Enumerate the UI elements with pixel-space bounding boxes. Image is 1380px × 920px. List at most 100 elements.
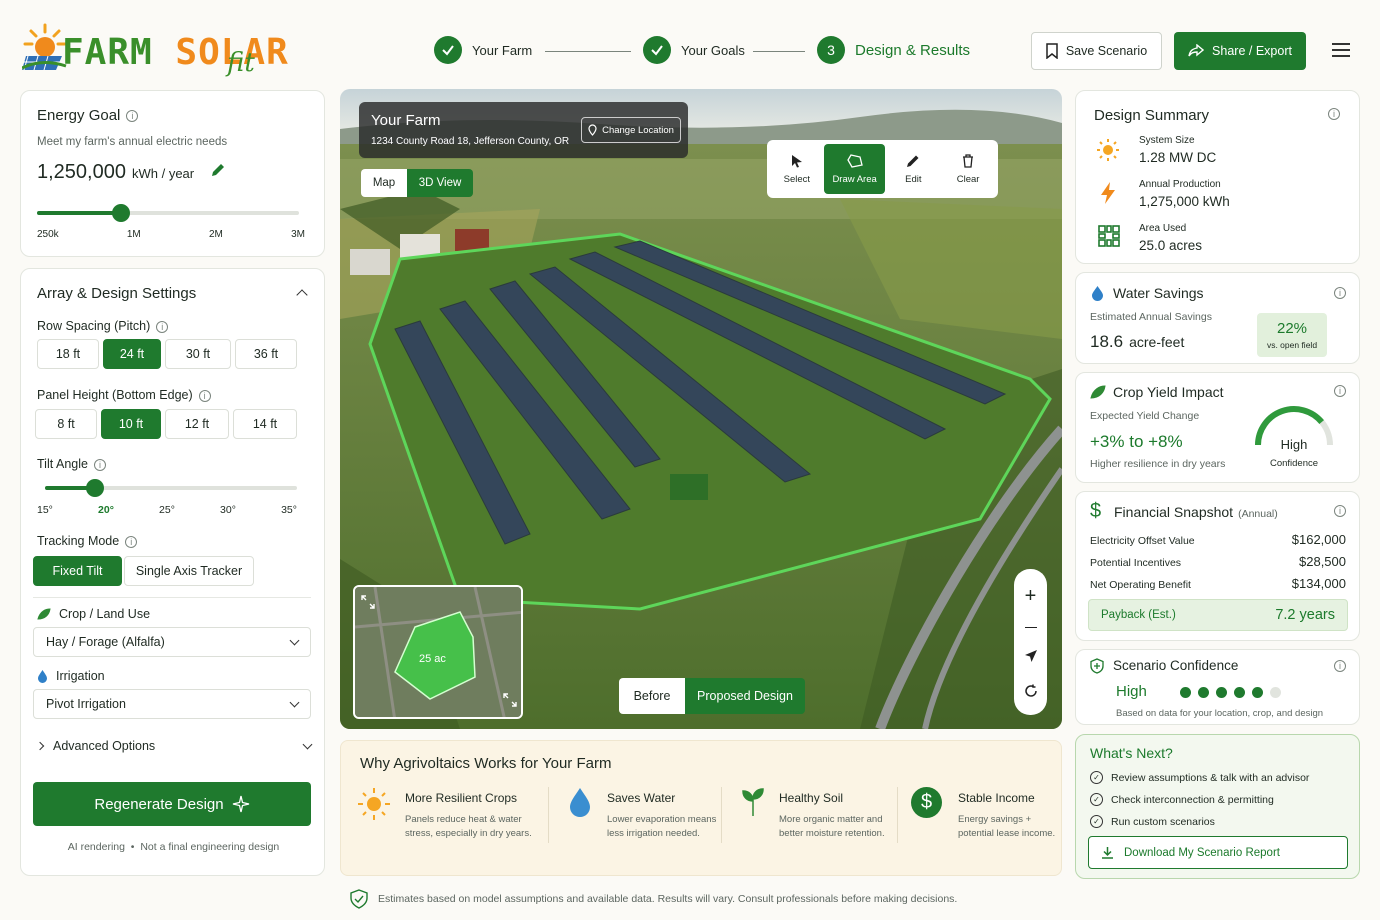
regenerate-design-button[interactable]: Regenerate Design: [33, 782, 311, 826]
tick-label: 3M: [291, 229, 305, 240]
map-view[interactable]: Your Farm 1234 County Road 18, Jefferson…: [340, 89, 1062, 729]
summary-title: Design Summary: [1094, 107, 1210, 124]
next-item-label: Check interconnection & permitting: [1111, 793, 1274, 806]
water-pct: 22%: [1276, 320, 1308, 337]
clear-tool[interactable]: Clear: [941, 144, 995, 194]
before-button[interactable]: Before: [619, 678, 685, 714]
benefit-desc: Energy savings + potential lease income.: [958, 814, 1056, 839]
info-icon[interactable]: i: [198, 389, 211, 402]
panel-height-14[interactable]: 14 ft: [233, 409, 297, 439]
next-item-label: Review assumptions & talk with an adviso…: [1111, 771, 1310, 784]
share-export-button[interactable]: Share / Export: [1174, 32, 1306, 70]
zoom-in-icon[interactable]: +: [1025, 586, 1037, 606]
draw-area-tool[interactable]: Draw Area: [823, 144, 886, 194]
tracking-single-axis[interactable]: Single Axis Tracker: [124, 556, 254, 586]
edit-tool[interactable]: Edit: [885, 144, 941, 194]
gauge-label: High: [1280, 437, 1308, 452]
row-spacing-18[interactable]: 18 ft: [37, 339, 99, 369]
expand-icon[interactable]: [503, 693, 517, 707]
zoom-out-icon[interactable]: [1024, 626, 1037, 628]
tracking-fixed-tilt[interactable]: Fixed Tilt: [33, 556, 122, 586]
financial-title: Financial Snapshot: [1114, 504, 1234, 520]
view-toggle: Map 3D View: [361, 169, 473, 197]
sprout-icon: [742, 788, 764, 816]
tracking-options: Fixed Tilt Single Axis Tracker: [33, 556, 254, 586]
crop-value: Hay / Forage (Alfalfa): [46, 635, 165, 649]
3d-view-button[interactable]: 3D View: [407, 169, 473, 197]
payback-value: 7.2 years: [1275, 607, 1335, 623]
step-your-goals[interactable]: Your Goals: [643, 36, 745, 64]
tick-label-selected: 20°: [98, 504, 114, 516]
tilt-slider[interactable]: [45, 479, 297, 497]
map-view-button[interactable]: Map: [361, 169, 407, 197]
save-scenario-button[interactable]: Save Scenario: [1031, 32, 1162, 70]
slider-thumb[interactable]: [111, 204, 130, 222]
summary-value: 1.28 MW DC: [1139, 150, 1217, 165]
menu-icon[interactable]: [1332, 43, 1350, 57]
check-icon: [643, 36, 671, 64]
slider-thumb[interactable]: [86, 479, 105, 497]
proposed-design-button[interactable]: Proposed Design: [685, 678, 805, 714]
water-savings-card: Water Savings i Estimated Annual Savings…: [1075, 272, 1360, 364]
slider-fill: [37, 211, 121, 215]
shield-check-icon: [350, 889, 368, 909]
irrigation-select[interactable]: Pivot Irrigation: [33, 689, 311, 719]
financial-snapshot-card: $ Financial Snapshot (Annual) i Electric…: [1075, 491, 1360, 641]
crop-yield-title: Crop Yield Impact: [1113, 384, 1224, 400]
benefit-title: More Resilient Crops: [405, 791, 518, 805]
water-pct-badge: 22% vs. open field: [1257, 313, 1327, 357]
energy-title: Energy Goal: [37, 107, 121, 124]
advanced-options-toggle[interactable]: Advanced Options: [35, 739, 313, 753]
pencil-icon[interactable]: [210, 162, 226, 178]
info-icon[interactable]: i: [1334, 385, 1346, 397]
row-spacing-label: Row Spacing (Pitch): [37, 319, 151, 333]
row-spacing-24[interactable]: 24 ft: [103, 339, 161, 369]
energy-slider[interactable]: [37, 204, 299, 222]
financial-annual: (Annual): [1238, 508, 1278, 520]
payback-bar: Payback (Est.) 7.2 years: [1088, 599, 1348, 631]
rotate-icon[interactable]: [1024, 684, 1038, 698]
locate-arrow-icon[interactable]: [1024, 649, 1038, 663]
info-icon[interactable]: i: [126, 110, 139, 123]
payback-label: Payback (Est.): [1101, 609, 1176, 621]
minimap-area-label: 25 ac: [419, 653, 446, 665]
download-report-button[interactable]: Download My Scenario Report: [1088, 836, 1348, 869]
tool-label: Edit: [905, 173, 922, 185]
farm-title: Your Farm: [371, 112, 441, 129]
summary-label: Area Used: [1139, 223, 1187, 234]
change-location-button[interactable]: Change Location: [581, 117, 681, 143]
panel-height-12[interactable]: 12 ft: [165, 409, 229, 439]
info-icon[interactable]: i: [1334, 505, 1346, 517]
dollar-icon: $: [1090, 500, 1102, 522]
step-design-results[interactable]: 3 Design & Results: [817, 36, 970, 64]
info-icon[interactable]: i: [1334, 660, 1346, 672]
next-item: ✓ Review assumptions & talk with an advis…: [1090, 771, 1309, 784]
tick-label: 25°: [159, 504, 175, 516]
step-your-farm[interactable]: Your Farm: [434, 36, 532, 64]
trash-icon: [963, 153, 974, 168]
row-spacing-30[interactable]: 30 ft: [165, 339, 231, 369]
row-spacing-36[interactable]: 36 ft: [235, 339, 297, 369]
financial-value: $134,000: [1291, 576, 1346, 591]
panel-height-8[interactable]: 8 ft: [35, 409, 97, 439]
info-icon[interactable]: i: [93, 458, 106, 471]
confidence-dot: [1180, 687, 1191, 698]
panel-height-10[interactable]: 10 ft: [101, 409, 161, 439]
info-icon[interactable]: i: [125, 535, 138, 548]
crop-select[interactable]: Hay / Forage (Alfalfa): [33, 627, 311, 657]
farm-address: 1234 County Road 18, Jefferson County, O…: [371, 136, 570, 147]
minimap[interactable]: 25 ac: [353, 585, 523, 719]
shield-plus-icon: [1090, 658, 1104, 674]
info-icon[interactable]: i: [1334, 287, 1346, 299]
draw-toolbar: Select Draw Area Edit Clear: [767, 140, 998, 198]
confidence-dot: [1216, 687, 1227, 698]
energy-value: 1,250,000: [37, 161, 126, 183]
select-tool[interactable]: Select: [770, 144, 824, 194]
info-icon[interactable]: i: [156, 320, 169, 333]
check-icon: [434, 36, 462, 64]
info-icon[interactable]: i: [1328, 108, 1340, 120]
collapse-chevron-icon[interactable]: [296, 289, 308, 301]
expand-icon[interactable]: [361, 595, 375, 609]
stepper: Your Farm Your Goals 3 Design & Results: [434, 36, 974, 66]
farm-info-panel: Your Farm 1234 County Road 18, Jefferson…: [359, 102, 688, 158]
